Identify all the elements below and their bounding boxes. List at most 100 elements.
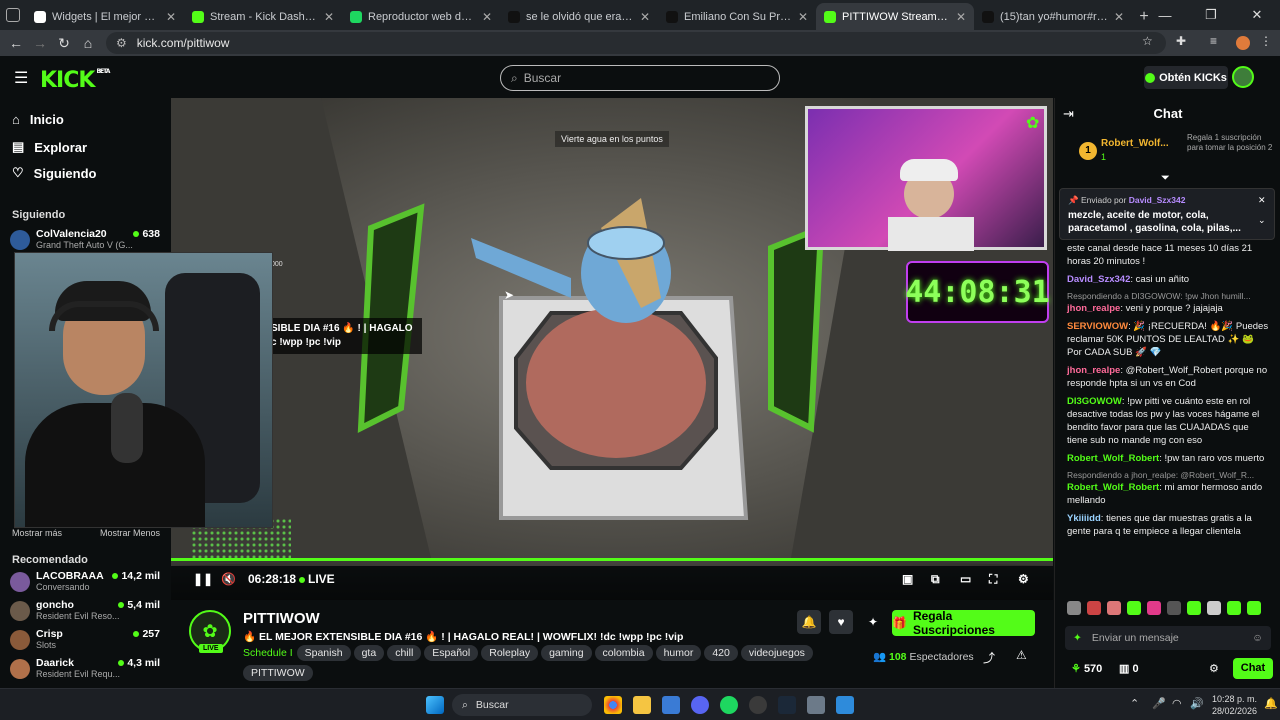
stream-tag[interactable]: gta <box>353 645 385 661</box>
unpin-icon[interactable]: ✕ <box>1258 195 1266 206</box>
chat-username[interactable]: jhon_realpe <box>1067 365 1120 376</box>
minimize-icon[interactable]: — <box>1142 0 1188 30</box>
kicks-sparkle-icon[interactable]: ✦ <box>1073 632 1082 644</box>
channel-tag[interactable]: PITTIWOW <box>243 665 313 681</box>
stream-tag[interactable]: Spanish <box>296 645 351 661</box>
tab-close-icon[interactable]: ✕ <box>798 10 808 24</box>
emote-icon[interactable] <box>1167 601 1181 615</box>
wifi-icon[interactable]: ◠ <box>1172 697 1182 710</box>
nav-siguiendo[interactable]: ♡ Siguiendo <box>12 165 97 181</box>
back-icon[interactable]: ← <box>4 35 28 51</box>
menu-kebab-icon[interactable]: ⋮ <box>1260 34 1272 48</box>
forward-icon[interactable]: → <box>28 35 52 51</box>
chat-username[interactable]: Robert_Wolf_Robert <box>1067 453 1159 464</box>
stream-tag[interactable]: Español <box>424 645 479 661</box>
theater-mode-icon[interactable]: ▣ <box>902 572 913 586</box>
emote-icon[interactable] <box>1227 601 1241 615</box>
hamburger-menu-icon[interactable]: ☰ <box>14 68 28 88</box>
emote-icon[interactable] <box>1187 601 1201 615</box>
channel-name[interactable]: PITTIWOW <box>243 610 320 627</box>
reload-icon[interactable]: ↻ <box>52 35 76 52</box>
nav-explorar[interactable]: ▤ Explorar <box>12 139 87 155</box>
settings-gear-icon[interactable]: ⚙ <box>1018 572 1029 586</box>
chat-username[interactable]: SERVIOWOW <box>1067 321 1128 332</box>
user-avatar[interactable] <box>1232 66 1254 88</box>
tab-search-icon[interactable] <box>6 8 20 22</box>
recommended-channel[interactable]: Daarick Resident Evil Requ... 4,3 mil <box>10 655 160 683</box>
progress-bar[interactable] <box>171 558 1053 561</box>
windows-start-icon[interactable] <box>426 696 444 714</box>
chat-username[interactable]: jhon_realpe <box>1067 303 1120 314</box>
search-input[interactable]: ⌕ Buscar <box>500 65 780 91</box>
stream-tag[interactable]: chill <box>387 645 422 661</box>
recommended-channel[interactable]: LACOBRAAA Conversando 14,2 mil <box>10 568 160 596</box>
share-icon[interactable]: ⤴ <box>983 649 995 666</box>
tab-close-icon[interactable]: ✕ <box>482 10 492 24</box>
emote-icon[interactable] <box>1107 601 1121 615</box>
gift-count[interactable]: ▥ 0 <box>1119 662 1139 675</box>
media-icon[interactable]: ≡ <box>1210 34 1217 48</box>
chat-username[interactable]: DI3GOWOW <box>1067 396 1122 407</box>
notification-bell-icon[interactable]: 🔔 <box>797 610 821 634</box>
show-more-link[interactable]: Mostrar más <box>12 528 62 538</box>
pip-icon[interactable]: ▭ <box>960 572 971 586</box>
store-icon[interactable] <box>662 696 680 714</box>
spotify-icon[interactable] <box>720 696 738 714</box>
volume-icon[interactable]: 🔊 <box>1190 697 1204 710</box>
expand-chevron-icon[interactable]: ⌄ <box>1258 215 1266 226</box>
browser-tab[interactable]: (15)tan yo#humor#ricardomen ✕ <box>974 3 1132 30</box>
report-icon[interactable]: ⚠ <box>1016 648 1027 662</box>
stream-tag[interactable]: 420 <box>704 645 738 661</box>
emote-icon[interactable] <box>1207 601 1221 615</box>
live-indicator[interactable]: LIVE <box>299 572 335 586</box>
pause-icon[interactable]: ❚❚ <box>193 572 213 586</box>
nav-inicio[interactable]: ⌂ Inicio <box>12 112 64 127</box>
filter-icon[interactable]: ⏷ <box>1161 172 1170 185</box>
sparkle-icon[interactable]: ✦ <box>861 610 885 634</box>
steam-icon[interactable] <box>778 696 796 714</box>
clock[interactable]: 10:28 p. m. 28/02/2026 <box>1212 693 1257 717</box>
mute-icon[interactable]: 🔇 <box>221 572 236 586</box>
follow-heart-icon[interactable]: ♥ <box>829 610 853 634</box>
tab-close-icon[interactable]: ✕ <box>1114 10 1124 24</box>
browser-tab[interactable]: se le olvidó que era profesor # ✕ <box>500 3 658 30</box>
browser-tab[interactable]: Stream - Kick Dashboard ✕ <box>184 3 342 30</box>
browser-tab[interactable]: PITTIWOW Stream - Watch Live ✕ <box>816 3 974 30</box>
chat-username[interactable]: Ykiiiidd <box>1067 513 1101 524</box>
fullscreen-icon[interactable]: ⛶ <box>989 572 997 587</box>
clip-icon[interactable]: ⧉ <box>931 572 940 587</box>
url-field[interactable]: ⚙ kick.com/pittiwow <box>106 32 1166 54</box>
discord-icon[interactable] <box>691 696 709 714</box>
browser-tab[interactable]: Reproductor web de Spotify: m ✕ <box>342 3 500 30</box>
maximize-icon[interactable]: ❐ <box>1188 0 1234 30</box>
chat-username[interactable]: Robert_Wolf_Robert <box>1067 482 1159 493</box>
stream-tag[interactable]: colombia <box>594 645 653 661</box>
profile-avatar[interactable] <box>1236 36 1250 50</box>
get-kicks-button[interactable]: Obtén KICKs <box>1144 66 1228 89</box>
bookmark-star-icon[interactable]: ☆ <box>1142 34 1153 48</box>
top-gifter-name[interactable]: Robert_Wolf... <box>1101 138 1169 149</box>
photos-icon[interactable] <box>836 696 854 714</box>
extensions-icon[interactable]: ✚ <box>1176 34 1186 48</box>
chrome-icon[interactable] <box>604 696 622 714</box>
file-explorer-icon[interactable] <box>633 696 651 714</box>
category-link[interactable]: Schedule I <box>243 647 293 659</box>
following-channel[interactable]: ColValencia20 Grand Theft Auto V (G... 6… <box>10 226 160 254</box>
emoji-icon[interactable]: ☺ <box>1252 632 1263 644</box>
emote-icon[interactable] <box>1087 601 1101 615</box>
emote-icon[interactable] <box>1127 601 1141 615</box>
emote-icon[interactable] <box>1247 601 1261 615</box>
notification-icon[interactable]: 🔔 <box>1264 697 1278 710</box>
tray-chevron-icon[interactable]: ⌃ <box>1130 697 1139 710</box>
channel-points[interactable]: ⚘ 570 <box>1071 662 1102 675</box>
tab-close-icon[interactable]: ✕ <box>956 10 966 24</box>
stream-tag[interactable]: Roleplay <box>481 645 539 661</box>
tab-close-icon[interactable]: ✕ <box>166 10 176 24</box>
chat-settings-icon[interactable]: ⚙ <box>1209 662 1219 675</box>
stream-tag[interactable]: gaming <box>541 645 592 661</box>
taskbar-search[interactable]: ⌕ Buscar <box>452 694 592 716</box>
show-less-link[interactable]: Mostrar Menos <box>100 528 160 538</box>
video-player[interactable]: Vierte agua en los puntos ✿ 44:08:31 SIB… <box>171 98 1053 566</box>
chat-username[interactable]: David_Szx342 <box>1067 274 1130 285</box>
browser-tab[interactable]: Emiliano Con Su Prima - Meme ✕ <box>658 3 816 30</box>
